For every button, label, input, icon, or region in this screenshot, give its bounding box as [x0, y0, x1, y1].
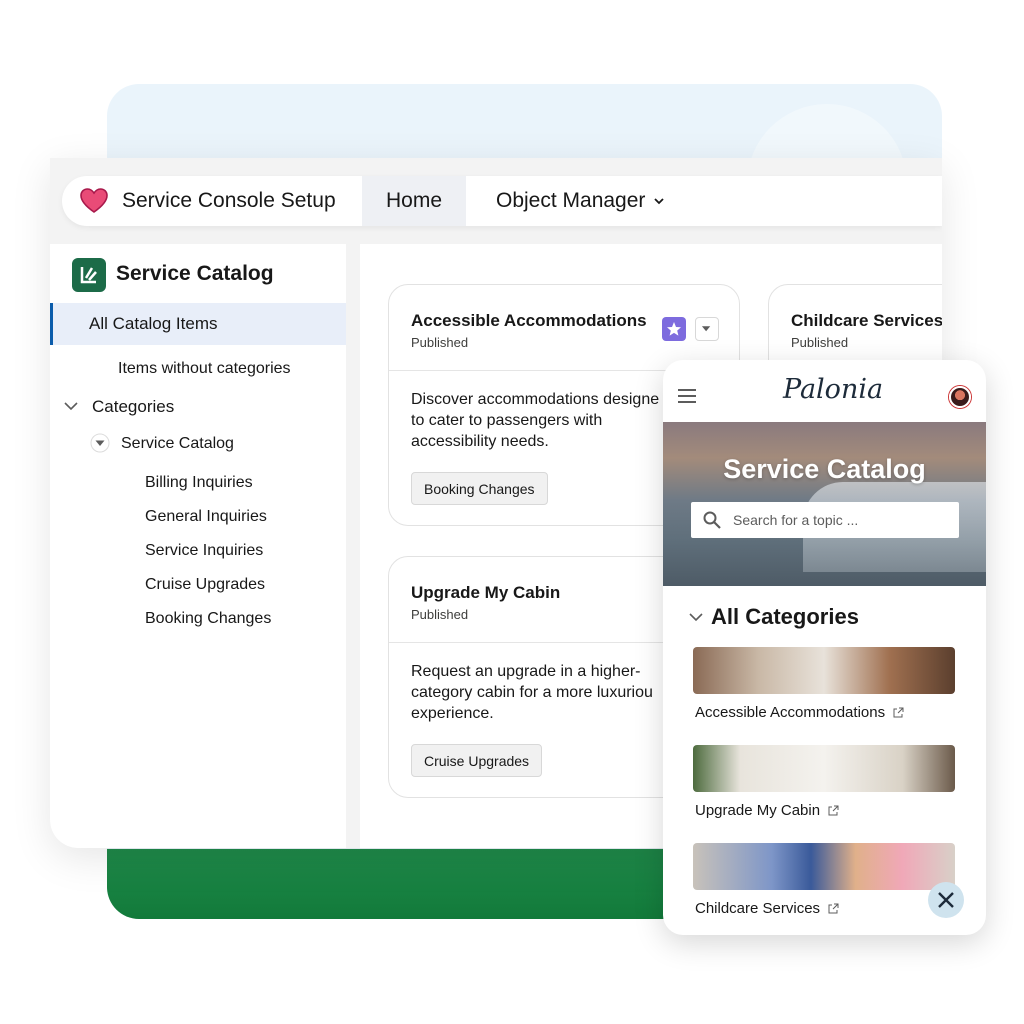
card-title[interactable]: Upgrade My Cabin — [411, 583, 560, 603]
categories-title: All Categories — [711, 604, 859, 629]
sidebar-title: Service Catalog — [116, 262, 274, 285]
hamburger-icon[interactable] — [677, 388, 697, 404]
tree-item-category[interactable]: Booking Changes — [145, 610, 271, 628]
avatar[interactable] — [949, 386, 971, 408]
card-status: Published — [411, 607, 469, 622]
card-description-line: Request an upgrade in a higher- — [411, 663, 641, 680]
card-title[interactable]: Accessible Accommodations — [411, 311, 647, 331]
tree-item-category[interactable]: General Inquiries — [145, 508, 267, 526]
sidebar-item-categories[interactable]: Categories — [92, 397, 174, 417]
catalog-sidebar: Service Catalog All Catalog Items Items … — [50, 244, 346, 848]
card-description: Request an upgrade in a higher- category… — [411, 661, 681, 724]
card-title[interactable]: Childcare Services — [791, 311, 942, 331]
card-description-line: experience. — [411, 705, 494, 722]
sidebar-item-label: All Catalog Items — [89, 314, 218, 333]
card-category-tag[interactable]: Cruise Upgrades — [411, 744, 543, 777]
tree-item-category[interactable]: Service Inquiries — [145, 542, 263, 560]
categories-header[interactable]: All Categories — [689, 604, 859, 630]
catalog-logo-icon — [72, 258, 106, 292]
sidebar-item-items-without-categories[interactable]: Items without categories — [118, 360, 291, 378]
tree-toggle-icon[interactable] — [90, 433, 110, 453]
chevron-down-icon[interactable] — [64, 401, 78, 411]
category-image[interactable] — [693, 745, 955, 792]
app-launcher[interactable]: Service Console Setup — [62, 176, 362, 226]
category-image[interactable] — [693, 647, 955, 694]
card-category-tag[interactable]: Booking Changes — [411, 472, 548, 505]
category-image[interactable] — [693, 843, 955, 890]
category-link-label: Upgrade My Cabin — [695, 802, 821, 819]
external-link-icon — [893, 707, 904, 718]
card-description-line: category cabin for a more luxuriou — [411, 684, 653, 701]
tab-object-manager-label: Object Manager — [496, 189, 646, 212]
card-status: Published — [411, 335, 469, 350]
card-description-line: accessibility needs. — [411, 433, 549, 450]
close-button[interactable] — [928, 882, 964, 918]
tab-home[interactable]: Home — [362, 176, 466, 226]
hero-banner: Service Catalog Search for a topic ... — [663, 422, 986, 586]
star-icon[interactable] — [662, 317, 686, 341]
card-header: Accessible Accommodations Published — [389, 285, 739, 371]
external-link-icon — [828, 805, 839, 816]
chevron-down-icon — [654, 198, 665, 205]
card-actions-dropdown-icon[interactable] — [695, 317, 719, 341]
brand-logo[interactable]: Palonia — [783, 374, 883, 405]
search-placeholder: Search for a topic ... — [733, 512, 859, 528]
app-title: Service Console Setup — [122, 189, 336, 212]
mobile-preview: Palonia Service Catalog Search for a top… — [663, 360, 986, 935]
chevron-down-icon — [689, 613, 703, 622]
top-navigation-bar: Service Console Setup Home Object Manage… — [62, 176, 942, 226]
search-icon — [703, 511, 721, 529]
card-status: Published — [791, 335, 849, 350]
sidebar-item-all-catalog-items[interactable]: All Catalog Items — [50, 303, 346, 345]
category-link-label: Childcare Services — [695, 900, 821, 917]
category-link[interactable]: Upgrade My Cabin — [695, 802, 839, 819]
tree-item-category[interactable]: Cruise Upgrades — [145, 576, 265, 594]
category-link-label: Accessible Accommodations — [695, 704, 886, 721]
card-header: Childcare Services Published — [769, 285, 942, 371]
external-link-icon — [828, 903, 839, 914]
card-description-line: Discover accommodations designe — [411, 391, 660, 408]
heart-icon — [80, 188, 108, 213]
tab-object-manager[interactable]: Object Manager — [496, 189, 665, 213]
card-description: Discover accommodations designe to cater… — [411, 389, 681, 452]
category-link[interactable]: Accessible Accommodations — [695, 704, 904, 721]
tree-item-category[interactable]: Billing Inquiries — [145, 474, 253, 492]
card-description-line: to cater to passengers with — [411, 412, 603, 429]
sidebar-header: Service Catalog — [72, 258, 274, 292]
hero-title: Service Catalog — [723, 454, 926, 484]
tree-item-service-catalog[interactable]: Service Catalog — [121, 435, 234, 453]
search-input[interactable]: Search for a topic ... — [691, 502, 959, 538]
category-link[interactable]: Childcare Services — [695, 900, 839, 917]
close-icon — [938, 892, 954, 908]
